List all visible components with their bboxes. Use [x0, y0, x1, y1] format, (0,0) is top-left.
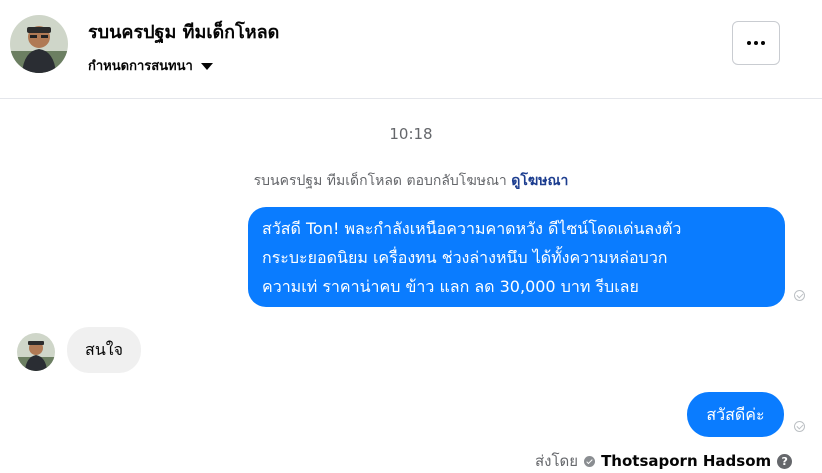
conversation-header: รบนครปฐม ทีมเด็กโหลด กำหนดการสนทนา [0, 0, 822, 99]
sender-avatar[interactable] [17, 333, 55, 371]
verified-icon [584, 455, 596, 467]
incoming-message-bubble[interactable]: สนใจ [67, 327, 141, 373]
sent-by-info: ส่งโดย Thotsaporn Hadsom ? [535, 449, 793, 473]
sent-by-label: ส่งโดย [535, 452, 579, 470]
sender-name: Thotsaporn Hadsom [601, 452, 772, 470]
help-icon[interactable]: ? [777, 453, 793, 469]
more-options-icon [747, 41, 765, 45]
conversation-settings-dropdown[interactable]: กำหนดการสนทนา [88, 55, 213, 76]
ad-reply-note: รบนครปฐม ทีมเด็กโหลด ตอบกลับโฆษณา ดูโฆษณ… [0, 170, 822, 192]
message-timestamp: 10:18 [389, 125, 433, 143]
seen-check-icon [794, 421, 805, 432]
message-line: ความเท่ ราคาน่าคบ ข้าว แลก ลด 30,000 บาท… [262, 277, 639, 296]
outgoing-message-bubble[interactable]: สวัสดี Ton! พละกำลังเหนือความคาดหวัง ดีไ… [248, 207, 785, 307]
caret-down-icon [200, 62, 213, 70]
page-title[interactable]: รบนครปฐม ทีมเด็กโหลด [88, 17, 279, 46]
conversation-settings-label: กำหนดการสนทนา [88, 59, 193, 74]
outgoing-reply-bubble[interactable]: สวัสดีค่ะ [687, 392, 784, 437]
outgoing-reply-text: สวัสดีค่ะ [706, 405, 765, 424]
messenger-conversation: รบนครปฐม ทีมเด็กโหลด กำหนดการสนทนา 10:18… [0, 0, 822, 473]
ad-reply-note-text: รบนครปฐม ทีมเด็กโหลด ตอบกลับโฆษณา [253, 173, 507, 189]
incoming-message-text: สนใจ [85, 339, 123, 359]
page-avatar[interactable] [10, 15, 68, 73]
seen-check-icon [794, 290, 805, 301]
view-ad-link[interactable]: ดูโฆษณา [511, 173, 568, 189]
message-line: กระบะยอดนิยม เครื่องทน ช่วงล่างหนึบ ได้ท… [262, 248, 668, 267]
more-options-button[interactable] [732, 21, 780, 65]
message-line: สวัสดี Ton! พละกำลังเหนือความคาดหวัง ดีไ… [262, 219, 682, 238]
